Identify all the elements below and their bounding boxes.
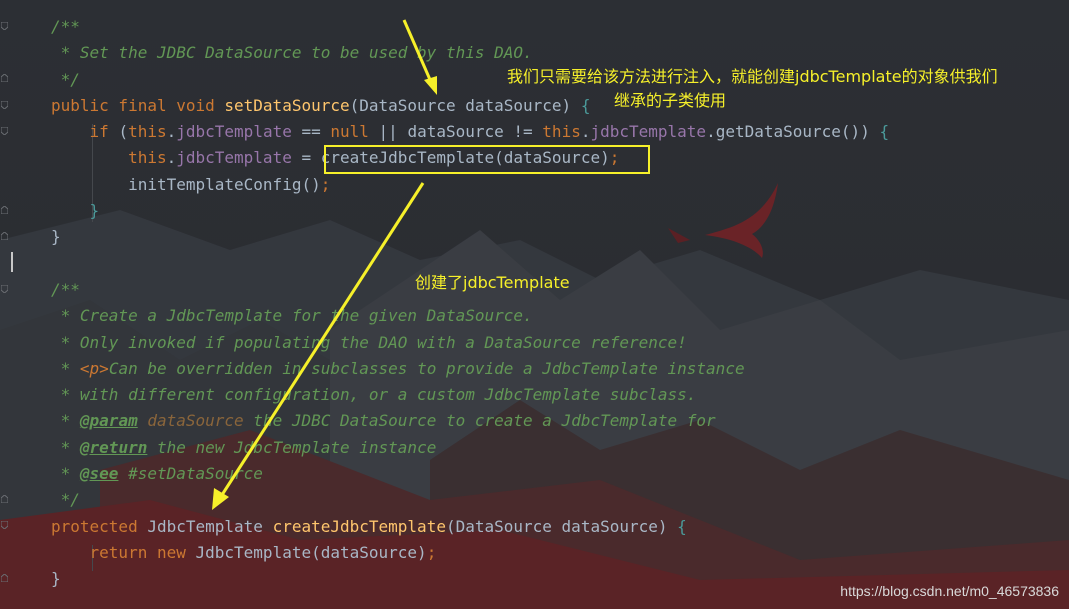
arrow-to-setDataSource xyxy=(402,19,437,95)
annotation-arrows xyxy=(212,19,437,510)
watermark-url: https://blog.csdn.net/m0_46573836 xyxy=(840,583,1059,599)
annotation-note-created: 创建了jdbcTemplate xyxy=(415,273,570,292)
annotation-note-line2: 继承的子类使用 xyxy=(614,91,727,110)
arrow-to-createJdbcTemplate xyxy=(212,182,425,510)
annotation-note-line1: 我们只需要给该方法进行注入，就能创建jdbcTemplate的对象供我们 xyxy=(507,67,998,86)
